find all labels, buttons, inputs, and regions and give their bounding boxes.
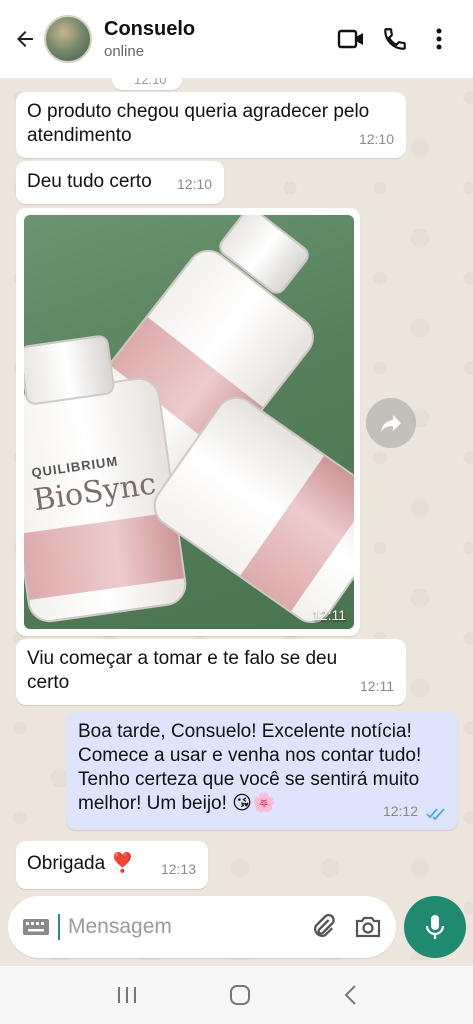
message-time: 12:12 xyxy=(382,803,418,819)
incoming-message-1[interactable]: O produto chegou queria agradecer pelo a… xyxy=(16,92,406,158)
contact-info[interactable]: Consuelo online xyxy=(104,18,329,60)
message-text: Obrigada ❣️ xyxy=(27,853,135,874)
paperclip-icon[interactable] xyxy=(310,913,338,941)
message-time: 12:13 xyxy=(160,861,196,877)
read-receipt-icon xyxy=(426,808,445,820)
incoming-message-6[interactable]: Obrigada ❣️ 12:13 xyxy=(16,841,208,889)
microphone-icon xyxy=(425,915,445,939)
forward-icon xyxy=(381,415,401,432)
contact-status: online xyxy=(104,43,145,60)
back-nav-icon[interactable] xyxy=(342,984,358,1006)
outgoing-message-5[interactable]: Boa tarde, Consuelo! Excelente notícia! … xyxy=(66,712,458,830)
message-text: Deu tudo certo xyxy=(27,171,152,192)
phone-call-icon[interactable] xyxy=(373,17,417,61)
previous-message-time: 12:10 xyxy=(134,78,167,87)
message-time: 12:11 xyxy=(360,678,394,694)
message-text: Viu começar a tomar e te falo se deu cer… xyxy=(27,648,338,693)
message-input[interactable]: Mensagem xyxy=(58,914,310,940)
message-time: 12:10 xyxy=(176,176,212,192)
recent-apps-icon[interactable] xyxy=(116,985,138,1005)
forward-button[interactable] xyxy=(366,398,416,448)
incoming-message-4[interactable]: Viu começar a tomar e te falo se deu cer… xyxy=(16,639,406,705)
image-time: 12:11 xyxy=(312,607,346,623)
chat-header: Consuelo online xyxy=(0,0,473,78)
product-photo[interactable]: QUILIBRIUM BioSync 12:11 xyxy=(24,215,354,629)
contact-name: Consuelo xyxy=(104,18,196,40)
message-time: 12:10 xyxy=(358,131,394,147)
back-arrow-icon[interactable] xyxy=(12,26,38,52)
message-composer[interactable]: Mensagem xyxy=(8,896,396,958)
contact-avatar[interactable] xyxy=(44,15,92,63)
home-icon[interactable] xyxy=(229,984,251,1006)
more-options-icon[interactable] xyxy=(417,17,461,61)
bottle-cap xyxy=(24,334,116,406)
video-call-icon[interactable] xyxy=(329,17,373,61)
conversation-area[interactable]: 12:10 O produto chegou queria agradecer … xyxy=(0,78,473,960)
keyboard-icon[interactable] xyxy=(22,917,50,937)
camera-icon[interactable] xyxy=(354,914,382,940)
system-navigation-bar xyxy=(0,966,473,1024)
message-text: O produto chegou queria agradecer pelo a… xyxy=(27,101,370,146)
voice-message-button[interactable] xyxy=(404,896,466,958)
incoming-message-2[interactable]: Deu tudo certo 12:10 xyxy=(16,161,224,204)
